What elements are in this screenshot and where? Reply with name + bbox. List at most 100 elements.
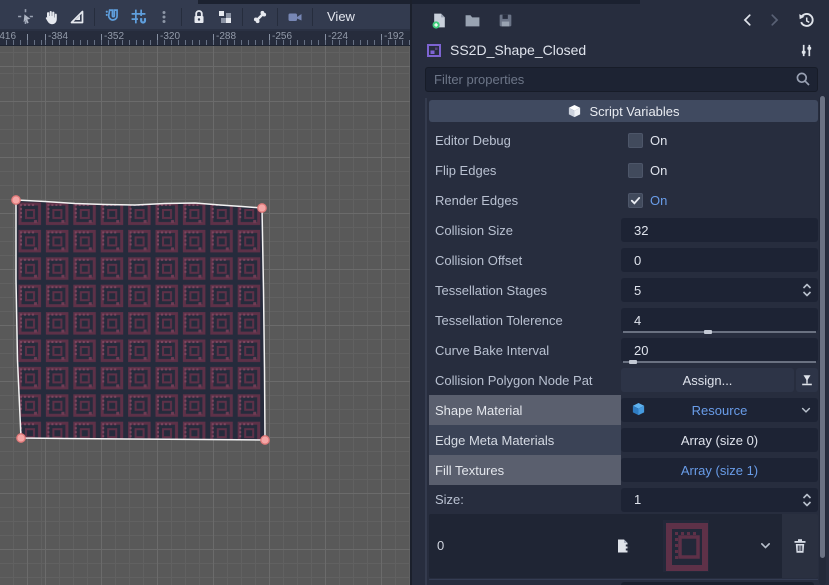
chevron-left-icon — [741, 13, 755, 27]
fill-textures-array[interactable]: Array (size 1) — [621, 458, 818, 482]
collision-offset-input[interactable]: 0 — [621, 248, 818, 272]
trash-icon — [792, 538, 808, 554]
ruler-tool-button[interactable] — [64, 5, 90, 29]
checkbox-text: On — [650, 193, 667, 208]
flip-edges-checkbox[interactable] — [628, 163, 643, 178]
collision-size-input[interactable]: 32 — [621, 218, 818, 242]
array-size-input[interactable]: 1 — [621, 488, 818, 512]
horizontal-ruler: -416 -384 -352 -320 -288 -256 -224 -192 — [0, 31, 410, 46]
curve-bake-interval-input[interactable]: 20 — [621, 338, 818, 362]
lock-icon — [191, 9, 207, 25]
ss2d-node-icon — [426, 42, 442, 58]
checkbox-text: On — [650, 133, 667, 148]
filter-properties-input[interactable] — [425, 67, 818, 92]
prop-label: Render Edges — [429, 185, 621, 215]
editor-debug-checkbox[interactable] — [628, 133, 643, 148]
tune-icon — [799, 43, 814, 58]
canvas-area[interactable] — [0, 46, 410, 585]
prop-collision-offset: Collision Offset 0 — [429, 245, 818, 275]
new-resource-icon — [431, 12, 448, 29]
edge-meta-materials-array[interactable]: Array (size 0) — [621, 428, 818, 452]
delete-item-button[interactable] — [782, 514, 818, 578]
pan-tool-button[interactable] — [38, 5, 64, 29]
slider-grabber[interactable] — [629, 360, 637, 364]
animation-camera-button[interactable] — [282, 5, 308, 29]
bone-icon — [252, 9, 268, 25]
slider-grabber[interactable] — [704, 330, 712, 334]
slider-track[interactable] — [623, 331, 816, 333]
prop-label: Collision Polygon Node Pat — [429, 365, 621, 395]
spinbox-arrows-icon[interactable] — [801, 282, 813, 298]
node-header: SS2D_Shape_Closed — [412, 36, 829, 64]
render-edges-checkbox[interactable] — [628, 193, 643, 208]
pick-nodepath-icon — [800, 373, 814, 387]
godot-editor: View -416 -384 -352 -320 -288 -256 -224 … — [0, 0, 829, 585]
spinbox-arrows-icon[interactable] — [801, 492, 813, 508]
ruler-label: -352 — [104, 31, 124, 42]
shape-handle[interactable] — [17, 434, 25, 442]
canvas-viewport: View -416 -384 -352 -320 -288 -256 -224 … — [0, 0, 410, 585]
next-row-partial — [429, 579, 818, 585]
prop-label: Collision Size — [429, 215, 621, 245]
smart-snap-button[interactable] — [99, 5, 125, 29]
tessellation-stages-input[interactable]: 5 — [621, 278, 818, 302]
search-icon — [795, 71, 811, 87]
filter-properties — [425, 67, 818, 92]
section-title: Script Variables — [589, 104, 679, 119]
ruler-label: -416 — [0, 31, 16, 42]
texture-preview[interactable] — [663, 520, 709, 572]
shape-handle[interactable] — [12, 196, 20, 204]
snap-options-button[interactable] — [151, 5, 177, 29]
check-icon — [630, 195, 641, 206]
prop-label: Shape Material — [429, 395, 621, 425]
save-icon — [497, 12, 514, 29]
prop-fill-textures: Fill Textures Array (size 1) — [429, 455, 818, 485]
load-resource-button[interactable] — [459, 8, 485, 32]
shape-polygon[interactable] — [16, 200, 265, 440]
grid-snap-button[interactable] — [125, 5, 151, 29]
view-menu-button[interactable]: View — [317, 7, 365, 26]
chevron-down-icon[interactable] — [800, 404, 812, 416]
prop-label: Edge Meta Materials — [429, 425, 621, 455]
folder-icon — [464, 12, 481, 29]
edit-texture-icon[interactable] — [615, 538, 631, 554]
inspector-tools-button[interactable] — [793, 38, 819, 62]
chevron-down-icon[interactable] — [759, 539, 772, 552]
prop-label: Collision Offset — [429, 245, 621, 275]
tessellation-tolerence-input[interactable]: 4 — [621, 308, 818, 332]
inspector-scrollbar[interactable] — [819, 96, 826, 585]
magnet-icon — [104, 8, 121, 25]
toolbar-separator — [242, 8, 243, 26]
shape-material-resource[interactable]: Resource — [621, 398, 818, 422]
shape-handle[interactable] — [258, 204, 266, 212]
new-resource-button[interactable] — [426, 8, 452, 32]
prop-tessellation-tolerence: Tessellation Tolerence 4 — [429, 305, 818, 335]
lock-object-button[interactable] — [186, 5, 212, 29]
prop-label: Tessellation Tolerence — [429, 305, 621, 335]
history-forward-button[interactable] — [761, 8, 787, 32]
prop-label: Editor Debug — [429, 125, 621, 155]
pick-nodepath-button[interactable] — [796, 368, 818, 392]
inspector-toolbar — [412, 4, 829, 36]
select-tool-button[interactable] — [12, 5, 38, 29]
prop-tessellation-stages: Tessellation Stages 5 — [429, 275, 818, 305]
history-back-button[interactable] — [735, 8, 761, 32]
prop-shape-material: Shape Material Resource — [429, 395, 818, 425]
group-icon — [217, 9, 233, 25]
array-item-row: 0 — [429, 514, 818, 578]
toolbar-separator — [312, 8, 313, 26]
prop-editor-debug: Editor Debug On — [429, 125, 818, 155]
prop-flip-edges: Flip Edges On — [429, 155, 818, 185]
section-script-variables[interactable]: Script Variables — [429, 100, 818, 122]
slider-track[interactable] — [623, 361, 816, 363]
group-object-button[interactable] — [212, 5, 238, 29]
prop-label: Flip Edges — [429, 155, 621, 185]
skeleton-options-button[interactable] — [247, 5, 273, 29]
shape-handle[interactable] — [261, 436, 269, 444]
object-history-button[interactable] — [793, 8, 819, 32]
properties-list: Script Variables Editor Debug On Flip Ed… — [425, 98, 818, 585]
ruler-label: -256 — [272, 31, 292, 42]
scrollbar-thumb[interactable] — [820, 96, 825, 558]
assign-nodepath-button[interactable]: Assign... — [621, 368, 794, 392]
save-resource-button[interactable] — [492, 8, 518, 32]
